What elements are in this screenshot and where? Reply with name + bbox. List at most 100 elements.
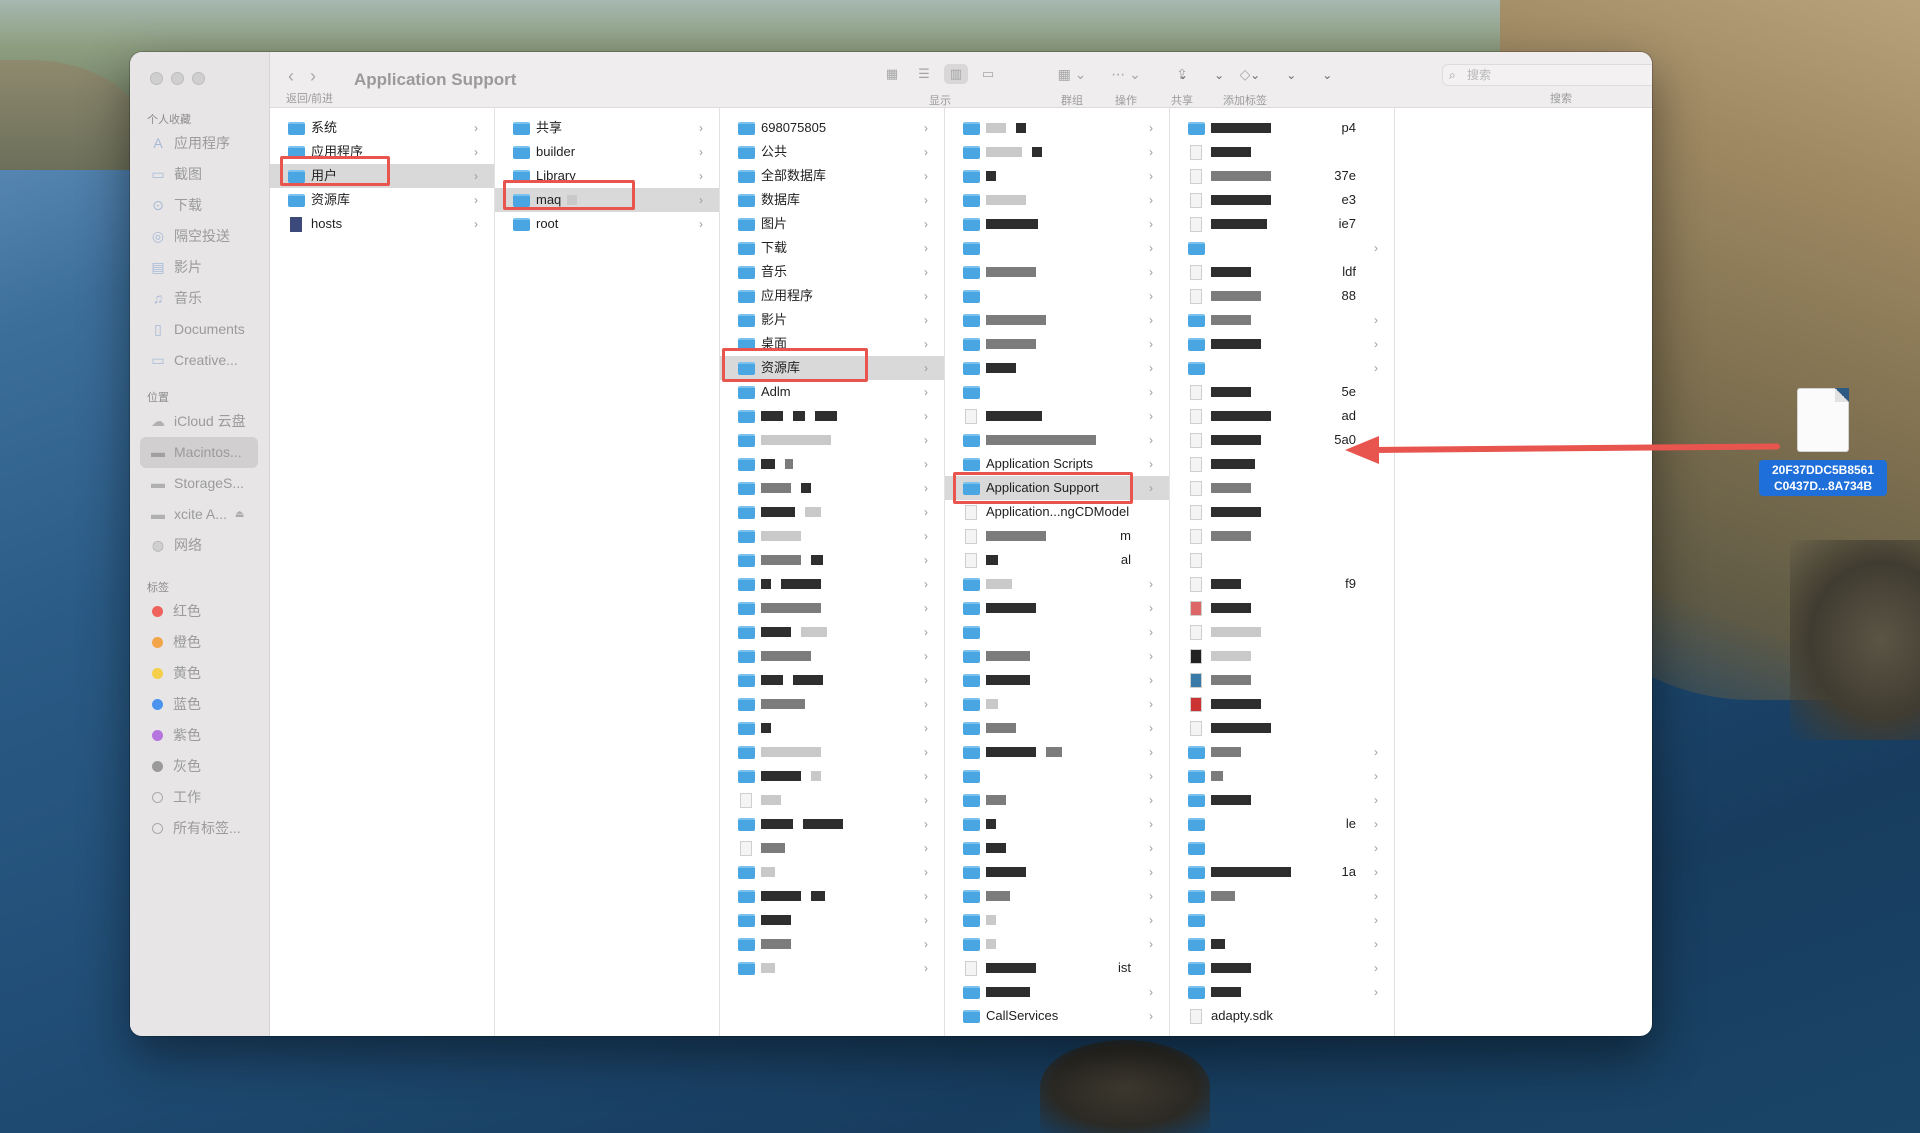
sidebar-tag-work[interactable]: 工作 <box>130 782 270 813</box>
list-item[interactable]: › <box>720 788 944 812</box>
list-item[interactable]: › <box>720 836 944 860</box>
chevron-down-icon[interactable]: ⌄ <box>1214 68 1224 82</box>
list-item[interactable]: › <box>720 524 944 548</box>
sidebar-item-macintosh-hd[interactable]: ▬ Macintos... <box>140 437 258 468</box>
list-item[interactable]: › <box>720 812 944 836</box>
list-item[interactable]: › <box>720 716 944 740</box>
list-item[interactable]: › <box>720 860 944 884</box>
list-item[interactable]: › <box>945 692 1169 716</box>
list-item[interactable]: › <box>720 500 944 524</box>
list-item[interactable]: › <box>720 476 944 500</box>
list-item[interactable]: e3 <box>1170 188 1394 212</box>
list-item[interactable]: 音乐 › <box>720 260 944 284</box>
list-item[interactable]: p4 <box>1170 116 1394 140</box>
list-item[interactable]: al <box>945 548 1169 572</box>
list-item[interactable]: root › <box>495 212 719 236</box>
sidebar-item-music[interactable]: ♫ 音乐 <box>130 283 270 314</box>
desktop-file[interactable]: 20F37DDC5B8561 C0437D...8A734B <box>1759 388 1887 496</box>
list-item[interactable]: › <box>720 740 944 764</box>
sidebar-item-applications[interactable]: A 应用程序 <box>130 128 270 159</box>
list-item[interactable]: › <box>1170 836 1394 860</box>
list-item[interactable] <box>1170 668 1394 692</box>
list-item[interactable]: › <box>945 740 1169 764</box>
list-item[interactable]: › <box>720 572 944 596</box>
sidebar-tag-purple[interactable]: 紫色 <box>130 720 270 751</box>
list-item[interactable]: › <box>945 332 1169 356</box>
search-input[interactable]: ⌕ 搜索 <box>1442 64 1652 86</box>
sidebar-item-network[interactable]: ◍ 网络 <box>130 530 270 561</box>
sidebar-tag-yellow[interactable]: 黄色 <box>130 658 270 689</box>
list-item[interactable]: › <box>945 380 1169 404</box>
list-item[interactable]: › <box>1170 332 1394 356</box>
list-item[interactable] <box>1170 548 1394 572</box>
chevron-down-icon[interactable]: ⌄ <box>1286 68 1296 82</box>
list-view-icon[interactable]: ☰ <box>912 64 936 84</box>
list-item[interactable]: › <box>720 908 944 932</box>
close-button[interactable] <box>150 72 163 85</box>
list-item[interactable]: › <box>1170 956 1394 980</box>
list-item[interactable]: › <box>1170 740 1394 764</box>
list-item[interactable]: adapty.sdk <box>1170 1004 1394 1028</box>
list-item[interactable]: › <box>1170 788 1394 812</box>
list-item[interactable] <box>1170 620 1394 644</box>
forward-arrow-icon[interactable]: › <box>310 66 316 87</box>
back-arrow-icon[interactable]: ‹ <box>288 66 294 87</box>
sidebar-tag-blue[interactable]: 蓝色 <box>130 689 270 720</box>
list-item[interactable] <box>1170 644 1394 668</box>
list-item[interactable]: ldf <box>1170 260 1394 284</box>
list-item[interactable] <box>1170 524 1394 548</box>
chevron-down-icon[interactable]: ⌄ <box>1322 68 1332 82</box>
zoom-button[interactable] <box>192 72 205 85</box>
sidebar-tag-gray[interactable]: 灰色 <box>130 751 270 782</box>
list-item[interactable]: › <box>720 452 944 476</box>
list-item[interactable]: ist <box>945 956 1169 980</box>
list-item[interactable]: › <box>945 788 1169 812</box>
list-item[interactable]: 资源库 › <box>270 188 494 212</box>
list-item[interactable]: › <box>720 404 944 428</box>
list-item[interactable]: › <box>1170 764 1394 788</box>
sidebar-tag-orange[interactable]: 橙色 <box>130 627 270 658</box>
icon-view-icon[interactable]: ▦ <box>880 64 904 84</box>
list-item[interactable]: › <box>945 716 1169 740</box>
column-view-icon[interactable]: ▥ <box>944 64 968 84</box>
sidebar-tag-all[interactable]: 所有标签... <box>130 813 270 844</box>
list-item[interactable]: › <box>720 644 944 668</box>
list-item[interactable]: › <box>720 548 944 572</box>
list-item[interactable]: › <box>945 284 1169 308</box>
list-item[interactable]: › <box>1170 236 1394 260</box>
list-item[interactable]: › <box>945 932 1169 956</box>
list-item[interactable]: 图片 › <box>720 212 944 236</box>
list-item[interactable]: › <box>945 212 1169 236</box>
list-item[interactable]: 88 <box>1170 284 1394 308</box>
list-item[interactable]: › <box>720 620 944 644</box>
list-item[interactable]: › <box>720 596 944 620</box>
list-item[interactable]: 37e <box>1170 164 1394 188</box>
list-item[interactable]: › <box>720 884 944 908</box>
group-button[interactable]: ▦ ⌄ 群组 <box>1050 64 1094 108</box>
list-item[interactable] <box>1170 596 1394 620</box>
list-item[interactable]: › <box>1170 356 1394 380</box>
list-item[interactable]: › <box>945 908 1169 932</box>
minimize-button[interactable] <box>171 72 184 85</box>
chevron-down-icon[interactable]: ⌄ <box>1178 68 1188 82</box>
list-item[interactable]: 下载 › <box>720 236 944 260</box>
list-item[interactable]: › <box>720 956 944 980</box>
list-item[interactable]: builder › <box>495 140 719 164</box>
list-item[interactable] <box>1170 692 1394 716</box>
sidebar-item-airdrop[interactable]: ◎ 隔空投送 <box>130 221 270 252</box>
sidebar-item-creative[interactable]: ▭ Creative... <box>130 345 270 376</box>
list-item[interactable]: le › <box>1170 812 1394 836</box>
list-item[interactable]: › <box>1170 884 1394 908</box>
sidebar-tag-red[interactable]: 红色 <box>130 596 270 627</box>
list-item[interactable]: › <box>1170 932 1394 956</box>
list-item[interactable]: › <box>720 668 944 692</box>
list-item[interactable]: › <box>945 428 1169 452</box>
list-item[interactable] <box>1170 476 1394 500</box>
list-item[interactable]: m <box>945 524 1169 548</box>
list-item[interactable]: › <box>945 668 1169 692</box>
sidebar-item-documents[interactable]: ▯ Documents <box>130 314 270 345</box>
list-item[interactable]: › <box>945 572 1169 596</box>
list-item[interactable]: 数据库 › <box>720 188 944 212</box>
eject-icon[interactable]: ⏏ <box>235 499 244 530</box>
list-item[interactable]: › <box>1170 908 1394 932</box>
